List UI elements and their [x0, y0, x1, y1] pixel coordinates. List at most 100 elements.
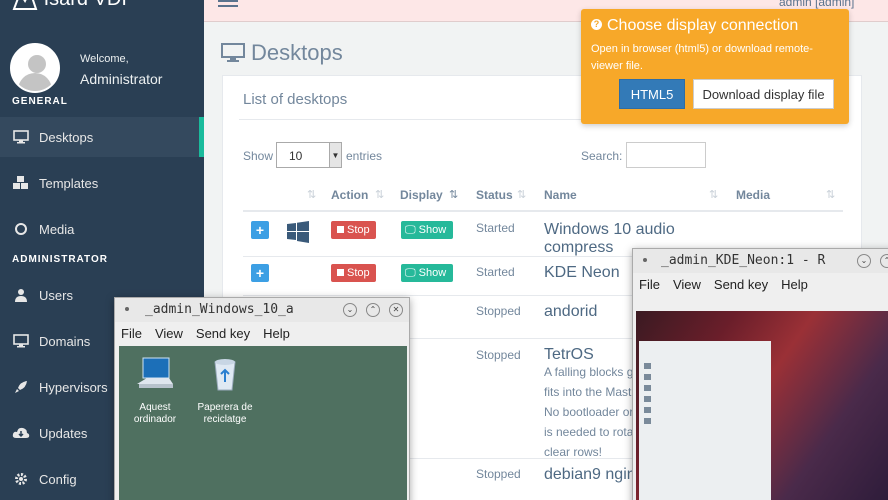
cloud-download-icon — [12, 425, 30, 441]
user-icon — [12, 287, 30, 303]
cubes-icon — [12, 175, 30, 191]
sidebar-item-label: Media — [39, 221, 75, 237]
desktop-name[interactable]: andorid — [544, 303, 597, 321]
menu-bar: File View Send key Help — [633, 273, 888, 297]
monitor-icon — [12, 333, 30, 349]
sort-icon[interactable]: ⇅ — [826, 188, 835, 201]
desktop-icon-computer[interactable]: Aquest ordinador — [123, 354, 187, 426]
section-general: GENERAL — [12, 96, 68, 107]
html5-button[interactable]: HTML5 — [619, 79, 685, 109]
viewer-window-windows10[interactable]: _admin_Windows_10_a ⌄ ⌃ ✕ File View Send… — [114, 297, 410, 500]
rocket-icon — [12, 379, 30, 395]
circle-icon — [12, 221, 30, 237]
sidebar-item-label: Hypervisors — [39, 379, 108, 395]
remote-screen[interactable] — [636, 311, 888, 500]
brand-name: Isard VDI — [44, 0, 127, 10]
desktop-name[interactable]: debian9 ngin — [544, 466, 636, 484]
stop-button[interactable]: Stop — [331, 264, 376, 282]
status-text: Stopped — [476, 348, 521, 362]
minimize-icon[interactable]: ⌄ — [857, 254, 871, 268]
status-text: Stopped — [476, 304, 521, 318]
show-label: Show — [243, 149, 274, 163]
user-name: Administrator — [80, 71, 163, 87]
status-text: Stopped — [476, 467, 521, 481]
sort-icon[interactable]: ⇅ — [517, 188, 526, 201]
sort-icon[interactable]: ⇅ — [307, 188, 316, 201]
menu-send-key[interactable]: Send key — [196, 322, 250, 346]
sidebar-item-templates[interactable]: Templates — [0, 163, 204, 203]
display-connection-popover: ? Choose display connection Open in brow… — [581, 9, 849, 124]
sort-icon[interactable]: ⇅ — [375, 188, 384, 201]
sidebar-item-media[interactable]: Media — [0, 209, 204, 249]
sidebar-item-label: Domains — [39, 333, 91, 349]
status-text: Started — [476, 265, 515, 279]
expand-row-button[interactable]: + — [251, 264, 269, 282]
computer-icon — [137, 357, 173, 388]
brand[interactable]: Isard VDI — [12, 0, 127, 11]
viewer-window-kde-neon[interactable]: _admin_KDE_Neon:1 - R ⌄ ⌃ File View Send… — [632, 248, 888, 500]
search-label: Search: — [581, 149, 623, 163]
show-button[interactable]: 🖵 Show — [401, 221, 453, 239]
isard-logo-icon — [12, 0, 38, 10]
profile: Welcome, Administrator — [10, 43, 162, 93]
menu-view[interactable]: View — [155, 322, 183, 346]
menu-file[interactable]: File — [639, 273, 660, 297]
sidebar-item-label: Templates — [39, 175, 99, 191]
windows-logo-icon — [287, 221, 309, 243]
column-header-action[interactable]: Action — [331, 188, 368, 202]
sidebar-item-label: Updates — [39, 425, 88, 441]
gear-icon — [12, 471, 30, 487]
popover-title: Choose display connection — [607, 17, 799, 34]
monitor-icon — [12, 129, 30, 145]
download-display-file-button[interactable]: Download display file — [693, 79, 834, 109]
close-icon[interactable]: ✕ — [389, 303, 403, 317]
menu-view[interactable]: View — [673, 273, 701, 297]
minimize-icon[interactable]: ⌄ — [343, 303, 357, 317]
user-dropdown[interactable]: admin [admin] — [779, 0, 854, 9]
sort-desc-icon[interactable]: ⇅ — [449, 188, 458, 201]
entries-select[interactable]: 10 ▼ — [276, 142, 342, 168]
maximize-icon[interactable]: ⌃ — [880, 254, 888, 268]
popover-body: Open in browser (html5) or download remo… — [591, 43, 813, 72]
remote-screen[interactable]: Aquest ordinador Paperera de reciclatge — [119, 346, 407, 500]
page-title: Desktops — [221, 40, 343, 66]
search-input[interactable] — [626, 142, 706, 168]
window-title: _admin_KDE_Neon:1 - R — [661, 253, 826, 268]
window-titlebar[interactable]: _admin_KDE_Neon:1 - R ⌄ ⌃ — [633, 249, 888, 273]
menu-help[interactable]: Help — [263, 322, 290, 346]
window-title: _admin_Windows_10_a — [145, 302, 294, 317]
chevron-down-icon: ▼ — [329, 143, 341, 167]
menu-file[interactable]: File — [121, 322, 142, 346]
sidebar-item-desktops[interactable]: Desktops — [0, 117, 204, 157]
question-icon: ? — [591, 18, 602, 30]
recycle-bin-icon — [214, 359, 236, 391]
stop-button[interactable]: Stop — [331, 221, 376, 239]
column-header-name[interactable]: Name — [544, 188, 577, 202]
show-button[interactable]: 🖵 Show — [401, 264, 453, 282]
window-titlebar[interactable]: _admin_Windows_10_a ⌄ ⌃ ✕ — [115, 298, 409, 322]
sidebar-item-label: Config — [39, 471, 77, 487]
menu-help[interactable]: Help — [781, 273, 808, 297]
menu-toggle-icon[interactable] — [218, 0, 238, 12]
desktop-icon-recycle-bin[interactable]: Paperera de reciclatge — [193, 354, 257, 426]
sidebar-item-label: Desktops — [39, 129, 94, 145]
maximize-icon[interactable]: ⌃ — [366, 303, 380, 317]
panel-title: List of desktops — [243, 91, 348, 108]
sidebar-item-label: Users — [39, 287, 73, 303]
column-header-media[interactable]: Media — [736, 188, 770, 202]
avatar — [10, 43, 60, 93]
desktop-description: A falling blocks g fits into the Mast No… — [544, 365, 634, 459]
section-administrator: ADMINISTRATOR — [12, 254, 108, 265]
monitor-icon — [221, 43, 245, 62]
column-header-status[interactable]: Status — [476, 188, 513, 202]
kde-launcher-menu[interactable] — [639, 341, 771, 500]
status-text: Started — [476, 221, 515, 235]
entries-label: entries — [346, 149, 383, 163]
column-header-display[interactable]: Display — [400, 188, 443, 202]
menu-bar: File View Send key Help — [115, 322, 409, 346]
menu-send-key[interactable]: Send key — [714, 273, 768, 297]
expand-row-button[interactable]: + — [251, 221, 269, 239]
sort-icon[interactable]: ⇅ — [709, 188, 718, 201]
welcome-label: Welcome, — [80, 53, 129, 65]
desktop-name[interactable]: KDE Neon — [544, 264, 620, 282]
